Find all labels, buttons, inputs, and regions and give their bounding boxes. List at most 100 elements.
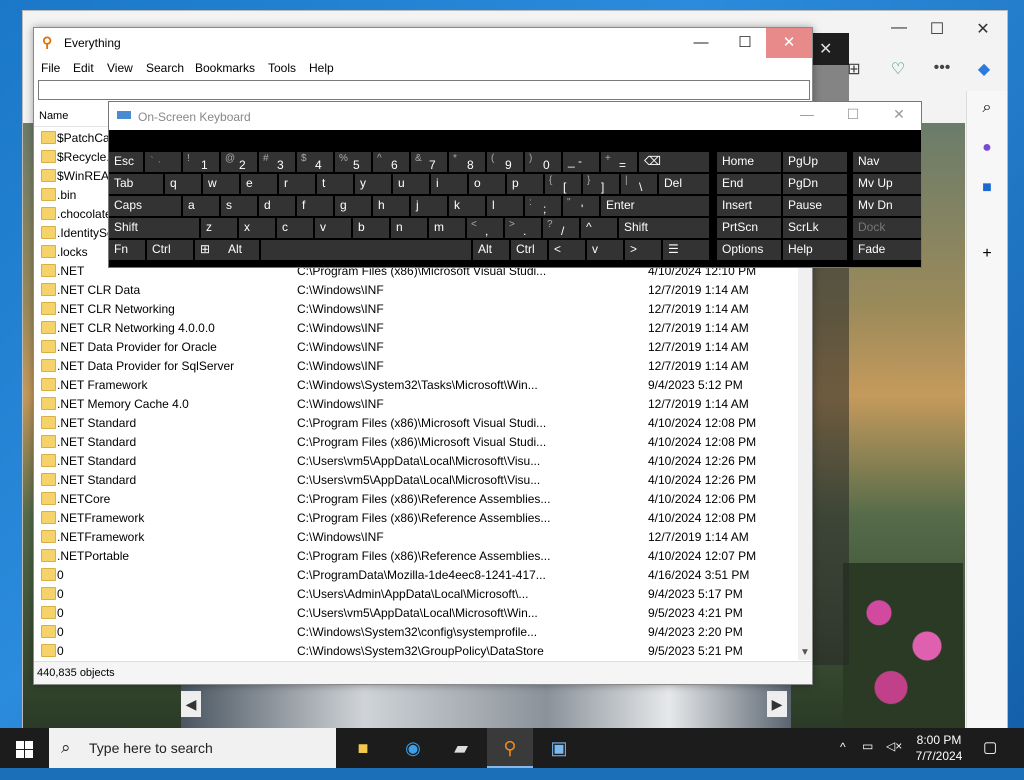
table-row[interactable]: .NETPortable C:\Program Files (x86)\Refer…	[34, 546, 798, 565]
key-pause[interactable]: Pause	[783, 196, 847, 216]
key-pgup[interactable]: PgUp	[783, 152, 847, 172]
key-esc[interactable]: Esc	[109, 152, 143, 172]
key-t[interactable]: t	[317, 174, 353, 194]
search-icon[interactable]: ⌕	[975, 99, 999, 123]
osk-close-button[interactable]: ✕	[879, 106, 919, 126]
key-x[interactable]: x	[239, 218, 275, 238]
key-o[interactable]: o	[469, 174, 505, 194]
table-row[interactable]: .NETFramework C:\Windows\INF 12/7/2019 1:1…	[34, 527, 798, 546]
key-u[interactable]: u	[393, 174, 429, 194]
key-d[interactable]: d	[259, 196, 295, 216]
key-w[interactable]: w	[203, 174, 239, 194]
key-lshift[interactable]: Shift	[109, 218, 199, 238]
key-rctrl[interactable]: Ctrl	[511, 240, 547, 260]
apps-icon[interactable]: ▰	[438, 728, 484, 768]
edge-close-button[interactable]: ✕	[973, 19, 993, 38]
key-period[interactable]: >.	[505, 218, 541, 238]
key-quote[interactable]: " '	[563, 196, 599, 216]
edge-maximize-button[interactable]: ☐	[927, 19, 947, 38]
key-5[interactable]: % 5	[335, 152, 371, 172]
key-help[interactable]: Help	[783, 240, 847, 260]
key-s[interactable]: s	[221, 196, 257, 216]
table-row[interactable]: .NETFramework C:\Program Files (x86)\Refe…	[34, 508, 798, 527]
key-l[interactable]: l	[487, 196, 523, 216]
remote-desktop-icon[interactable]: ▣	[536, 728, 582, 768]
key-enter[interactable]: Enter	[601, 196, 709, 216]
key-m[interactable]: m	[429, 218, 465, 238]
key-rbracket[interactable]: }]	[583, 174, 619, 194]
key-pgdn[interactable]: PgDn	[783, 174, 847, 194]
key-6[interactable]: ^ 6	[373, 152, 409, 172]
key-j[interactable]: j	[411, 196, 447, 216]
table-row[interactable]: .NET CLR Data C:\Windows\INF 12/7/2019 1:1…	[34, 280, 798, 299]
menu-search[interactable]: Search	[146, 61, 184, 75]
key-lbracket[interactable]: {[	[545, 174, 581, 194]
key-lalt[interactable]: Alt	[223, 240, 259, 260]
key-insert[interactable]: Insert	[717, 196, 781, 216]
menu-help[interactable]: Help	[309, 61, 334, 75]
key-h[interactable]: h	[373, 196, 409, 216]
key-up[interactable]: ^	[581, 218, 617, 238]
menu-bookmarks[interactable]: Bookmarks	[195, 61, 255, 75]
table-row[interactable]: .NET CLR Networking C:\Windows\INF 12/7/20…	[34, 299, 798, 318]
key-tab[interactable]: Tab	[109, 174, 163, 194]
menu-tools[interactable]: Tools	[268, 61, 296, 75]
carousel-prev-button[interactable]: ◀	[181, 691, 201, 717]
table-row[interactable]: .NET Data Provider for SqlServer C:\Windo…	[34, 356, 798, 375]
network-icon[interactable]: ▭	[862, 739, 873, 779]
search-input[interactable]	[38, 80, 810, 100]
menu-view[interactable]: View	[107, 61, 133, 75]
key-3[interactable]: #3	[259, 152, 295, 172]
key-lctrl[interactable]: Ctrl	[147, 240, 193, 260]
outlook-icon[interactable]: ■	[975, 179, 999, 203]
volume-muted-icon[interactable]: ◁×	[886, 739, 902, 779]
table-row[interactable]: .NET Standard C:\Users\vm5\AppData\Local\…	[34, 451, 798, 470]
start-button[interactable]	[0, 728, 48, 768]
osk-maximize-button[interactable]: ☐	[833, 106, 873, 126]
key-dock[interactable]: Dock	[853, 218, 921, 238]
key-a[interactable]: a	[183, 196, 219, 216]
key-q[interactable]: q	[165, 174, 201, 194]
key-k[interactable]: k	[449, 196, 485, 216]
carousel-next-button[interactable]: ▶	[767, 691, 787, 717]
key-scrlk[interactable]: ScrLk	[783, 218, 847, 238]
more-icon[interactable]: •••	[929, 59, 955, 85]
clock[interactable]: 8:00 PM 7/7/2024	[908, 732, 970, 764]
key-z[interactable]: z	[201, 218, 237, 238]
key-c[interactable]: c	[277, 218, 313, 238]
close-icon[interactable]: ✕	[819, 39, 832, 59]
key-e[interactable]: e	[241, 174, 277, 194]
edge-icon[interactable]: ◉	[390, 728, 436, 768]
key-fade[interactable]: Fade	[853, 240, 921, 260]
key-y[interactable]: y	[355, 174, 391, 194]
key-7[interactable]: & 7	[411, 152, 447, 172]
key-del[interactable]: Del	[659, 174, 709, 194]
menu-edit[interactable]: Edit	[73, 61, 94, 75]
key-caps[interactable]: Caps	[109, 196, 181, 216]
table-row[interactable]: 0 C:\Windows\System32\GroupPolicy\DataSto…	[34, 641, 798, 660]
key-1[interactable]: ! 1	[183, 152, 219, 172]
column-name-header[interactable]: Name	[39, 110, 68, 122]
key-semicolon[interactable]: :;	[525, 196, 561, 216]
key-0[interactable]: ) 0	[525, 152, 561, 172]
table-row[interactable]: .NET Data Provider for Oracle C:\Windows\…	[34, 337, 798, 356]
key-right[interactable]: >	[625, 240, 661, 260]
key-p[interactable]: p	[507, 174, 543, 194]
table-row[interactable]: .NET Standard C:\Program Files (x86)\Micr…	[34, 413, 798, 432]
key-end[interactable]: End	[717, 174, 781, 194]
table-row[interactable]: .NET Standard C:\Users\vm5\AppData\Local\…	[34, 470, 798, 489]
table-row[interactable]: 0 C:\Windows\System32\config\systemprofil…	[34, 622, 798, 641]
table-row[interactable]: 0 C:\ProgramData\Mozilla-1de4eec8-1241-41…	[34, 565, 798, 584]
key-9[interactable]: (9	[487, 152, 523, 172]
osk-minimize-button[interactable]: —	[787, 106, 827, 126]
key-grave[interactable]: ` ·	[145, 152, 181, 172]
key-2[interactable]: @2	[221, 152, 257, 172]
everything-icon[interactable]: ⚲	[487, 728, 533, 768]
key-backslash[interactable]: | \	[621, 174, 657, 194]
key-equals[interactable]: + =	[601, 152, 637, 172]
table-row[interactable]: .NET CLR Networking 4.0.0.0 C:\Windows\IN…	[34, 318, 798, 337]
key-r[interactable]: r	[279, 174, 315, 194]
key-bksp[interactable]: ⌫	[639, 152, 709, 172]
table-row[interactable]: .NET Framework C:\Windows\System32\Tasks\…	[34, 375, 798, 394]
key-home[interactable]: Home	[717, 152, 781, 172]
